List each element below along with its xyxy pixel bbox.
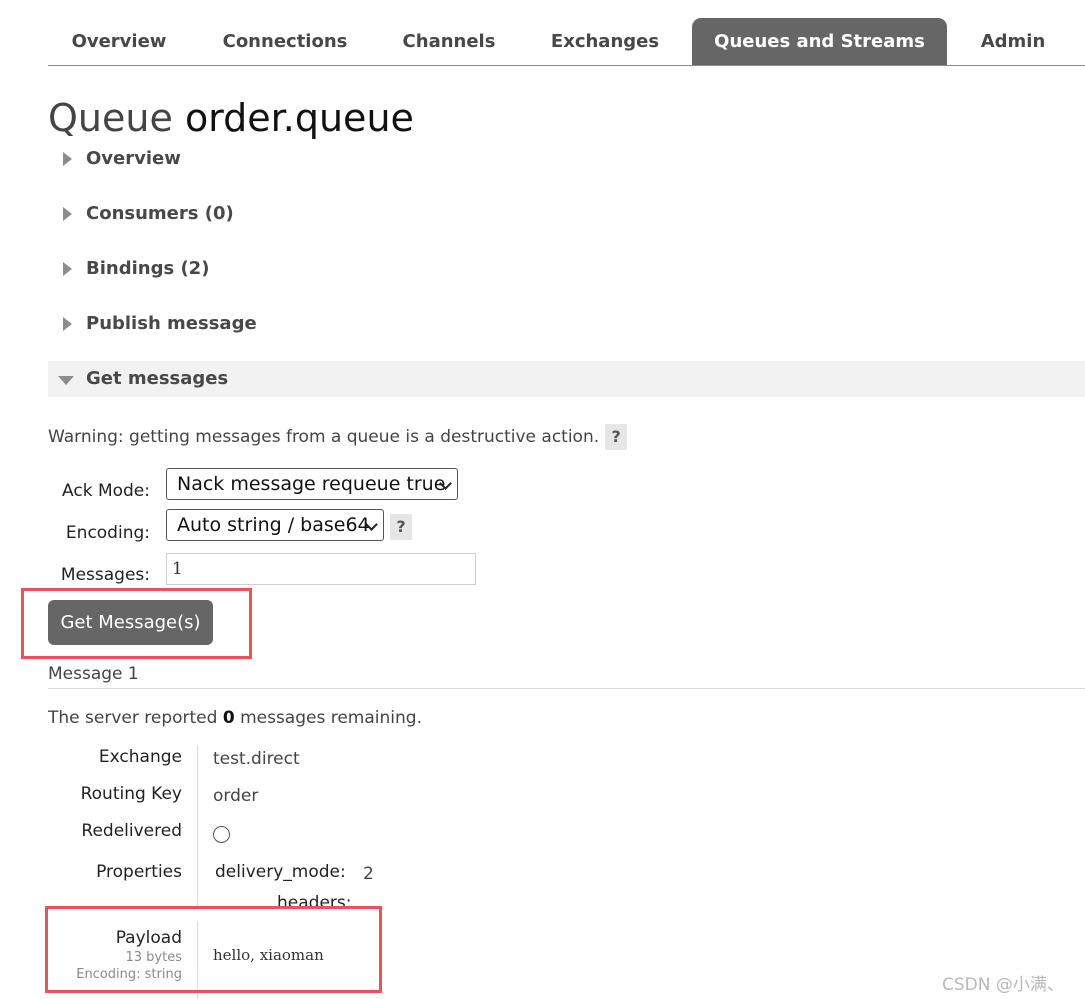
tab-queues-and-streams[interactable]: Queues and Streams [692,18,947,65]
ack-mode-value: Nack message requeue true [177,473,446,495]
message-header: Message 1 [48,662,1085,689]
section-publish-message-label: Publish message [86,313,257,334]
encoding-value: Auto string / base64 [177,514,370,536]
routing-key-label: Routing Key [80,784,182,804]
expand-arrow-icon [63,317,72,331]
messages-count-input[interactable]: 1 [166,553,476,585]
section-bindings-label: Bindings (2) [86,258,210,279]
top-nav: Overview Connections Channels Exchanges … [48,18,1085,66]
expand-arrow-icon [63,262,72,276]
section-publish-message[interactable]: Publish message [48,306,1085,342]
tab-exchanges[interactable]: Exchanges [524,18,686,65]
destructive-warning: Warning: getting messages from a queue i… [48,424,628,450]
section-consumers-label: Consumers (0) [86,203,234,224]
queue-name: order.queue [184,96,414,140]
tab-connections[interactable]: Connections [196,18,374,65]
page-title: Queue order.queue [48,96,414,140]
remaining-prefix: The server reported [48,708,223,728]
highlight-box-payload [45,906,382,993]
expand-arrow-icon [63,207,72,221]
delivery-mode-value: 2 [363,864,374,884]
section-overview[interactable]: Overview [48,141,1085,177]
messages-remaining: The server reported 0 messages remaining… [48,706,422,730]
routing-key-value: order [213,786,259,806]
redelivered-label: Redelivered [81,821,182,841]
section-bindings[interactable]: Bindings (2) [48,251,1085,287]
watermark: CSDN @小满、 [942,975,1064,995]
expand-arrow-icon [63,152,72,166]
section-get-messages-label: Get messages [86,368,229,389]
warning-text: Warning: getting messages from a queue i… [48,427,600,447]
remaining-count: 0 [222,708,235,728]
redelivered-indicator [213,826,230,843]
section-get-messages[interactable]: Get messages [48,361,1085,397]
tab-overview[interactable]: Overview [48,18,190,65]
encoding-help-button[interactable]: ? [390,514,412,540]
messages-count-label: Messages: [60,565,150,585]
encoding-label: Encoding: [65,523,150,543]
remaining-suffix: messages remaining. [234,708,422,728]
section-consumers[interactable]: Consumers (0) [48,196,1085,232]
properties-label: Properties [96,862,182,882]
delivery-mode-key: delivery_mode: [215,862,346,882]
ack-mode-label: Ack Mode: [62,481,150,501]
ack-mode-select[interactable]: Nack message requeue true [166,468,458,500]
highlight-box-button [21,588,252,659]
warning-help-button[interactable]: ? [605,424,628,450]
tab-admin[interactable]: Admin [953,18,1073,65]
exchange-value: test.direct [213,749,300,769]
section-overview-label: Overview [86,148,181,169]
collapse-arrow-icon [58,376,74,385]
exchange-label: Exchange [98,747,182,767]
encoding-select[interactable]: Auto string / base64 [166,509,384,541]
tab-channels[interactable]: Channels [380,18,518,65]
page-title-prefix: Queue [48,96,173,140]
